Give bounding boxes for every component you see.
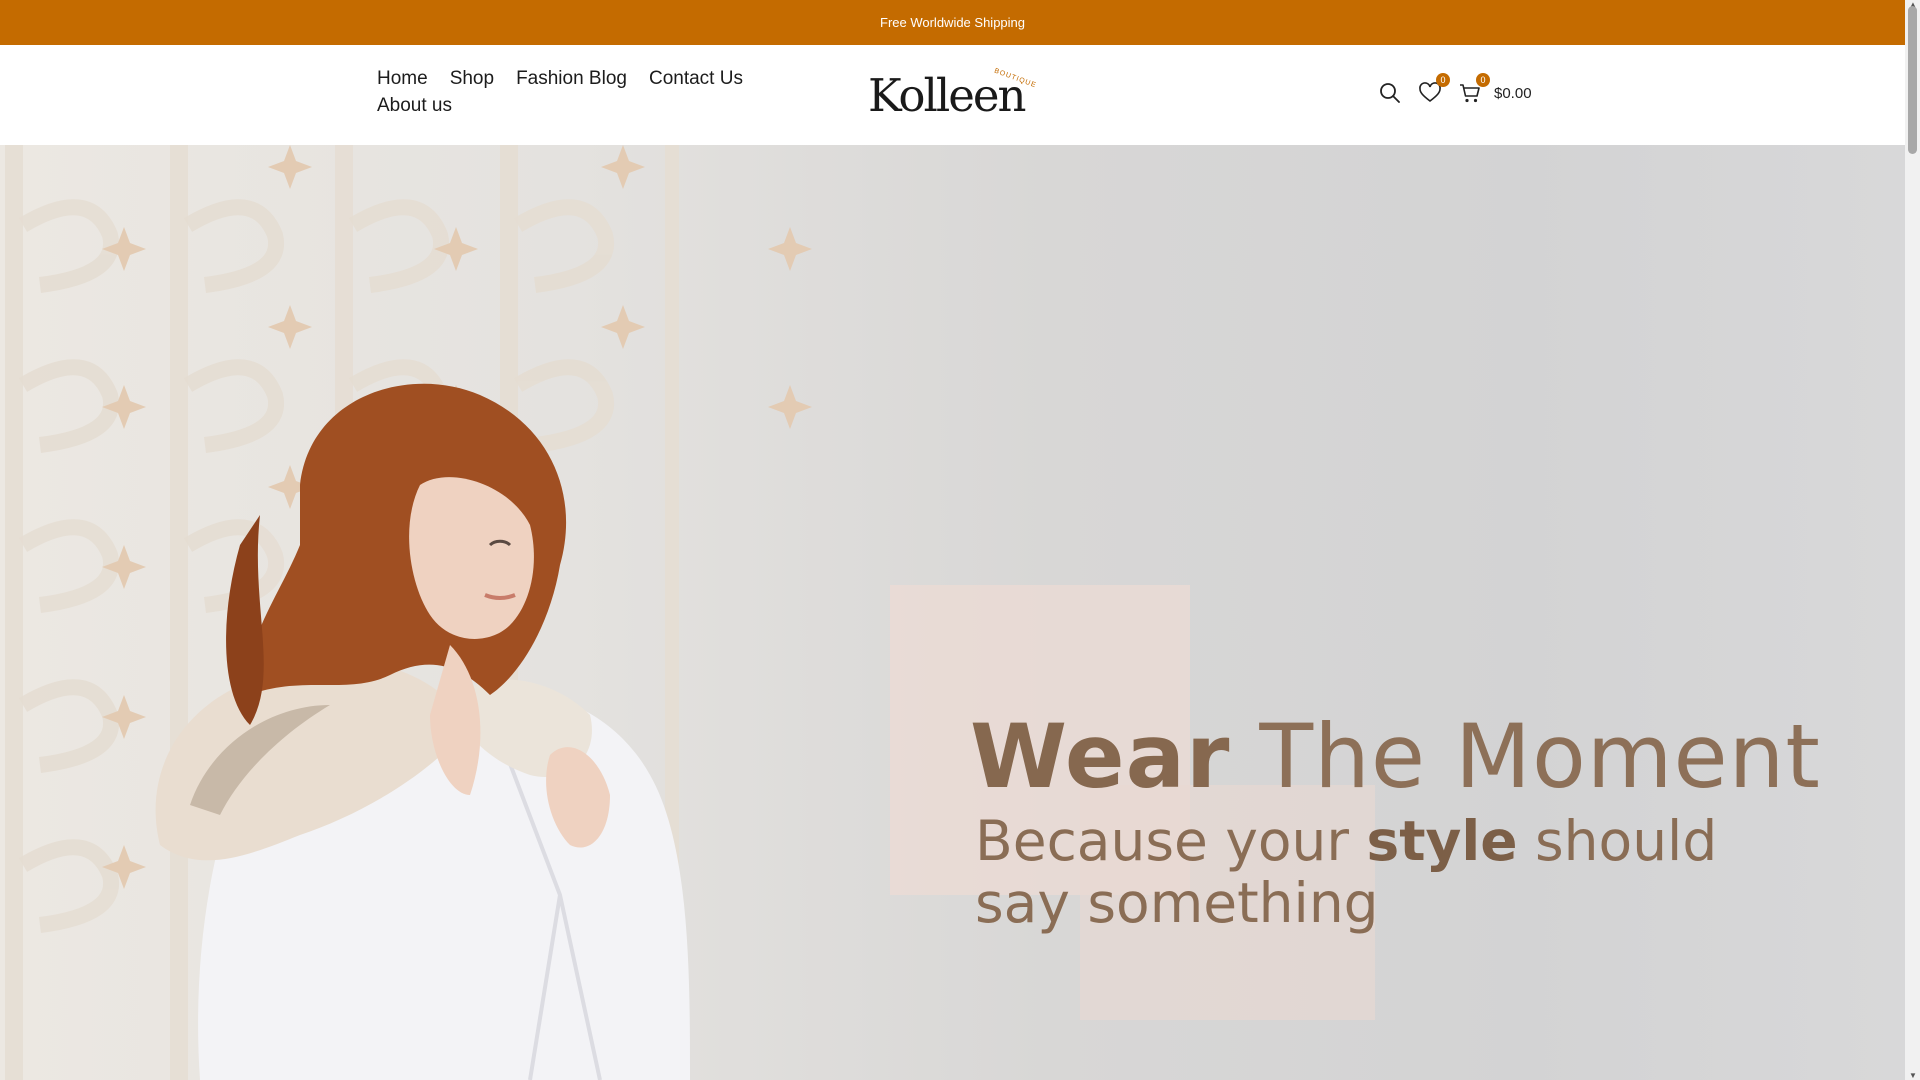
nav-home[interactable]: Home [377,67,428,90]
wishlist-button[interactable]: 0 [1418,73,1450,105]
nav-fashion-blog[interactable]: Fashion Blog [516,67,627,90]
hero-subtitle: Because your style should say something [975,810,1795,934]
cart-button[interactable]: 0 [1458,73,1490,105]
search-icon[interactable] [1378,81,1402,105]
announcement-bar: Free Worldwide Shipping [0,0,1905,45]
cart-count-badge: 0 [1476,73,1490,87]
hero-subtitle-bold: style [1366,809,1518,873]
nav-about-us[interactable]: About us [377,94,452,117]
wishlist-count-badge: 0 [1436,73,1450,87]
page-scrollbar[interactable]: ▲ ▼ [1905,0,1920,1080]
hero-subtitle-pre: Because your [975,809,1367,873]
hero-title-bold: Wear [970,705,1231,808]
model-photo [155,383,691,1080]
nav-shop[interactable]: Shop [450,67,494,90]
hero-title-rest: The Moment [1230,705,1821,808]
cart-total[interactable]: $0.00 [1494,85,1532,102]
site-logo[interactable]: Kolleen BOUTIQUE [868,68,1038,121]
hero-title: Wear The Moment [970,705,1821,808]
nav-contact-us[interactable]: Contact Us [649,67,743,90]
scrollbar-thumb[interactable] [1908,6,1917,154]
announcement-text: Free Worldwide Shipping [880,15,1025,30]
header-actions: 0 0 $0.00 [1378,73,1532,105]
scroll-down-icon[interactable]: ▼ [1909,1071,1917,1080]
main-nav: Home Shop Fashion Blog Contact Us About … [377,67,797,117]
site-header: Home Shop Fashion Blog Contact Us About … [0,45,1905,145]
hero-banner: Wear The Moment Because your style shoul… [0,145,1905,1080]
